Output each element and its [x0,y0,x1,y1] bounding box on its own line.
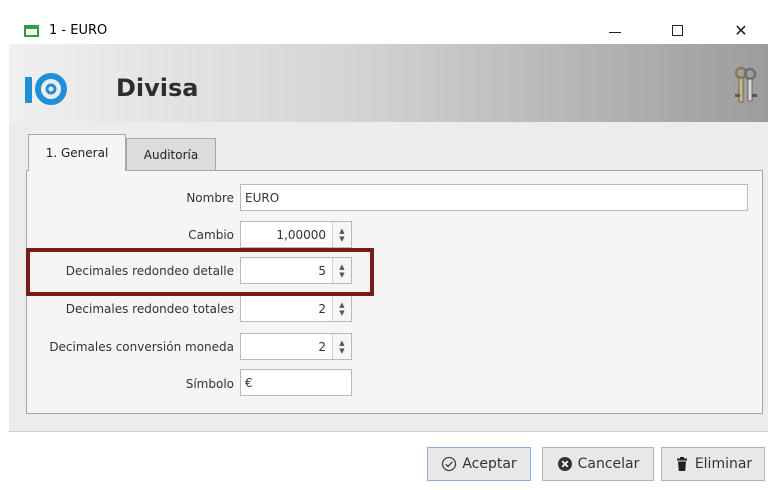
dec-totales-label: Decimales redondeo totales [65,302,234,316]
dec-conversion-value: 2 [318,339,326,354]
maximize-button[interactable] [654,16,700,44]
simbolo-input[interactable]: € [240,369,352,396]
app-logo-icon [25,73,67,105]
window-icon [24,25,39,37]
nombre-input[interactable]: EURO [240,184,748,211]
dec-totales-spinbox[interactable]: 2 ▲ ▼ [240,295,352,322]
dec-conversion-spin-arrows[interactable]: ▲ ▼ [332,334,351,359]
dec-conversion-spinbox[interactable]: 2 ▲ ▼ [240,333,352,360]
accept-button[interactable]: Aceptar [427,447,531,481]
minimize-button[interactable] [592,16,638,44]
cambio-value: 1,00000 [276,227,326,242]
window-titlebar [0,0,768,44]
spin-down-icon: ▼ [339,234,345,243]
page-title: Divisa [116,74,199,102]
spin-up-icon: ▲ [339,300,345,309]
dec-totales-spin-arrows[interactable]: ▲ ▼ [332,296,351,321]
cambio-spin-arrows[interactable]: ▲ ▼ [332,222,351,247]
footer-separator [9,431,768,432]
accept-label: Aceptar [462,456,517,472]
cancel-button[interactable]: Cancelar [542,447,654,481]
dec-conversion-label: Decimales conversión moneda [49,340,234,354]
minimize-icon [609,31,621,33]
maximize-icon [671,24,683,36]
window-title: 1 - EURO [49,23,108,38]
nombre-label: Nombre [186,191,234,205]
highlight-box [26,248,374,296]
cambio-spinbox[interactable]: 1,00000 ▲ ▼ [240,221,352,248]
nombre-value: EURO [245,190,280,205]
tab-general[interactable]: 1. General [28,134,126,171]
delete-label: Eliminar [694,456,753,472]
keys-icon [734,66,757,103]
cambio-label: Cambio [188,228,234,242]
tab-general-label: 1. General [45,146,109,160]
trash-icon [676,457,687,471]
simbolo-label: Símbolo [185,377,234,391]
cancel-label: Cancelar [577,456,640,472]
close-button[interactable]: ✕ [718,16,764,44]
spin-down-icon: ▼ [339,346,345,355]
check-circle-icon [442,456,457,472]
dec-totales-value: 2 [318,301,326,316]
spin-down-icon: ▼ [339,308,345,317]
tab-auditoria[interactable]: Auditoría [126,138,216,171]
spin-up-icon: ▲ [339,338,345,347]
cancel-circle-icon [557,457,572,471]
close-icon: ✕ [734,20,748,40]
delete-button[interactable]: Eliminar [661,447,765,481]
spin-up-icon: ▲ [339,226,345,235]
tab-auditoria-label: Auditoría [143,148,199,162]
simbolo-value: € [245,375,253,390]
